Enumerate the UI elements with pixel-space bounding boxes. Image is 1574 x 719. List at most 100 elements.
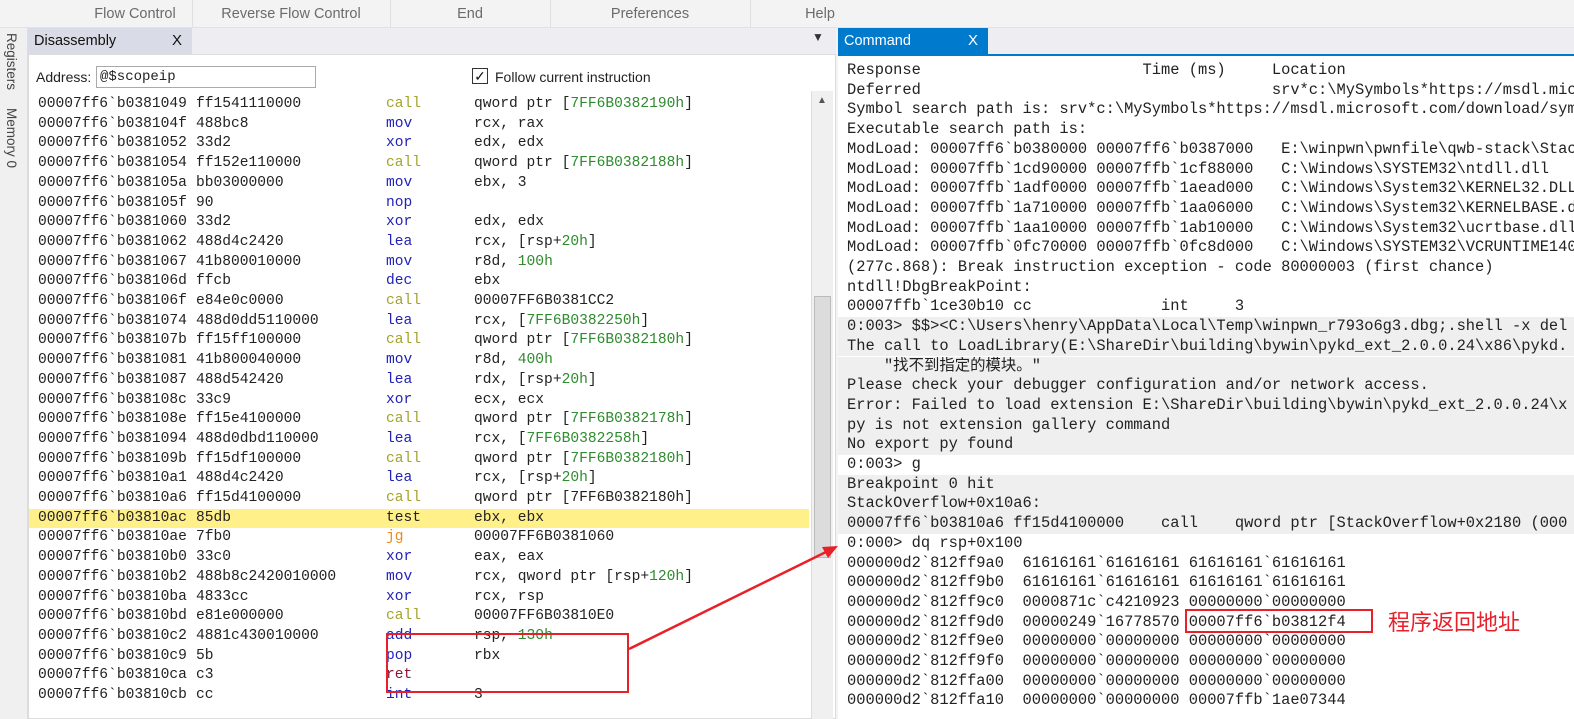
operand-part: ecx, ecx [474, 391, 545, 408]
disassembly-row[interactable]: 00007ff6`b038107b ff15ff100000 call qword p… [29, 331, 809, 351]
instruction-operands: rcx, qword ptr [rsp+120h] [474, 568, 693, 588]
menu-end[interactable]: End [457, 0, 483, 28]
command-output-line: 0:003> $$><C:\Users\henry\AppData\Local\… [838, 317, 1574, 337]
panel-menu-dropdown-icon[interactable]: ▼ [812, 30, 824, 44]
close-icon[interactable]: X [172, 28, 182, 54]
instruction-address: 00007ff6`b03810b2 [38, 568, 187, 585]
operand-part: 20h [561, 233, 588, 250]
instruction-address: 00007ff6`b03810ba [38, 588, 187, 605]
command-output-line: StackOverflow+0x10a6: [838, 494, 1574, 515]
instruction-operands: qword ptr [7FF6B0382180h] [474, 489, 693, 509]
instruction-operands: qword ptr [7FF6B0382190h] [474, 95, 693, 115]
disassembly-row[interactable]: 00007ff6`b03810b2 488b8c2420010000 mov rcx,… [29, 568, 809, 588]
instruction-operands: ebx, 3 [474, 174, 527, 194]
disassembly-row[interactable]: 00007ff6`b03810bd e81e000000 call 00007FF6B… [29, 607, 809, 627]
current-instruction-row[interactable]: 00007ff6`b03810ac 85db test ebx, ebx [29, 508, 809, 529]
instruction-mnemonic: mov [386, 174, 413, 191]
disassembly-row[interactable]: 00007ff6`b038108c 33c9 xor ecx, ecx [29, 391, 809, 411]
disassembly-row[interactable]: 00007ff6`b03810b0 33c0 xor eax, eax [29, 548, 809, 568]
instruction-operands: qword ptr [7FF6B0382180h] [474, 450, 693, 470]
instruction-address: 00007ff6`b038106d [38, 273, 187, 290]
disassembly-row[interactable]: 00007ff6`b03810a1 488d4c2420 lea rcx, [rsp+… [29, 469, 809, 489]
instruction-bytes: 488b8c2420010000 [196, 568, 337, 585]
instruction-address: 00007ff6`b0381054 [38, 155, 187, 172]
scrollbar-thumb[interactable] [814, 296, 831, 558]
tab-command[interactable]: Command X [838, 28, 988, 54]
disassembly-row[interactable]: 00007ff6`b038105a bb03000000 mov ebx, 3 [29, 174, 809, 194]
menu-flow-control[interactable]: Flow Control [94, 0, 175, 28]
command-output-line: 000000d2`812ff9a0 61616161`61616161 6161… [847, 553, 1346, 572]
operand-part: 00007FF6B0381060 [474, 529, 615, 546]
follow-checkbox[interactable]: ✓ [472, 68, 488, 84]
instruction-address: 00007ff6`b03810a1 [38, 470, 187, 487]
menu-reverse-flow-control[interactable]: Reverse Flow Control [221, 0, 360, 28]
operand-part: 7FF6B0382190h [570, 96, 685, 112]
disassembly-row[interactable]: 00007ff6`b03810ba 4833cc xor rcx, rsp [29, 588, 809, 608]
tab-disassembly[interactable]: Disassembly X [28, 28, 192, 54]
operand-part: 20h [561, 470, 588, 487]
instruction-address: 00007ff6`b0381087 [38, 371, 187, 388]
disassembly-row[interactable]: 00007ff6`b03810ae 7fb0 jg 00007FF6B0381060 [29, 528, 809, 548]
instruction-bytes: 4833cc [196, 588, 249, 605]
instruction-address: 00007ff6`b0381060 [38, 214, 187, 231]
disassembly-row[interactable]: 00007ff6`b0381060 33d2 xor edx, edx [29, 213, 809, 233]
command-output-line: 00007ffb`1ce30b10 cc int 3 [847, 297, 1245, 316]
side-tab-registers[interactable]: Registers [4, 33, 19, 90]
disassembly-row[interactable]: 00007ff6`b0381081 41b800040000 mov r8d, 400… [29, 351, 809, 371]
disassembly-row[interactable]: 00007ff6`b0381074 488d0dd5110000 lea rcx, [… [29, 312, 809, 332]
instruction-bytes: 488bc8 [196, 115, 249, 132]
instruction-bytes: ff15d4100000 [196, 490, 302, 506]
instruction-operands: rcx, [7FF6B0382250h] [474, 312, 649, 332]
operand-part: 100h [517, 253, 553, 270]
operand-part: rcx, rsp [474, 588, 545, 605]
divider [192, 0, 193, 28]
disassembly-row[interactable]: 00007ff6`b038108e ff15e4100000 call qword p… [29, 410, 809, 430]
disassembly-row[interactable]: 00007ff6`b0381054 ff152e110000 call qword p… [29, 154, 809, 174]
menu-help[interactable]: Help [805, 0, 835, 28]
disassembly-row[interactable]: 00007ff6`b038109b ff15df100000 call qword p… [29, 450, 809, 470]
instruction-bytes: 41b800010000 [196, 253, 302, 270]
disassembly-row[interactable]: 00007ff6`b0381052 33d2 xor edx, edx [29, 134, 809, 154]
disassembly-row[interactable]: 00007ff6`b0381087 488d542420 lea rdx, [rsp+… [29, 371, 809, 391]
disassembly-row[interactable]: 00007ff6`b0381049 ff1541110000 call qword p… [29, 95, 809, 115]
scroll-up-icon[interactable]: ▲ [817, 95, 827, 106]
operand-part: rcx, [rsp+ [474, 233, 562, 250]
disassembly-row[interactable]: 00007ff6`b038106f e84e0c0000 call 00007FF6B… [29, 292, 809, 312]
disassembly-row[interactable]: 00007ff6`b038104f 488bc8 mov rcx, rax [29, 115, 809, 135]
command-output-line: 000000d2`812ffa10 00000000`00000000 0000… [847, 691, 1346, 710]
disassembly-row[interactable]: 00007ff6`b0381062 488d4c2420 lea rcx, [rsp+… [29, 233, 809, 253]
operand-part: ] [684, 96, 693, 112]
close-icon[interactable]: X [968, 28, 978, 54]
side-tab-memory[interactable]: Memory 0 [4, 108, 19, 168]
instruction-bytes: 33d2 [196, 214, 232, 231]
operand-part: 20h [561, 371, 588, 388]
instruction-bytes: 33c9 [196, 391, 232, 408]
divider [550, 0, 551, 28]
operand-part: rcx, [ [474, 312, 527, 329]
operand-part: qword ptr [ [474, 96, 571, 112]
disassembly-row[interactable]: 00007ff6`b03810a6 ff15d4100000 call qword p… [29, 489, 809, 509]
operand-part: ] [640, 312, 650, 329]
side-tab-strip: Registers Memory 0 [0, 28, 28, 719]
instruction-address: 00007ff6`b0381049 [38, 96, 187, 112]
instruction-mnemonic: dec [386, 273, 413, 290]
disassembly-row[interactable]: 00007ff6`b0381094 488d0dbd110000 lea rcx, [… [29, 430, 809, 450]
menu-preferences[interactable]: Preferences [611, 0, 689, 28]
disassembly-row[interactable]: 00007ff6`b038106d ffcb dec ebx [29, 272, 809, 292]
instruction-operands: eax, eax [474, 548, 544, 568]
instruction-mnemonic: mov [386, 352, 413, 369]
instruction-address: 00007ff6`b0381094 [38, 430, 187, 447]
instruction-address: 00007ff6`b038104f [38, 115, 187, 132]
instruction-bytes: 90 [196, 194, 214, 211]
command-output-line: ModLoad: 00007ffb`1cd90000 00007ffb`1cf8… [847, 159, 1549, 178]
address-input[interactable] [96, 66, 316, 88]
instruction-address: 00007ff6`b03810ae [38, 529, 187, 546]
operand-part: ] [684, 155, 693, 172]
disassembly-row[interactable]: 00007ff6`b0381067 41b800010000 mov r8d, 100… [29, 253, 809, 273]
operand-part: qword ptr [ [474, 450, 571, 467]
instruction-mnemonic: call [386, 293, 422, 309]
disassembly-row[interactable]: 00007ff6`b038105f 90 nop [29, 194, 809, 214]
vertical-scrollbar[interactable]: ▲ [811, 91, 833, 719]
instruction-operands: r8d, 100h [474, 253, 553, 273]
instruction-mnemonic: xor [386, 391, 413, 408]
